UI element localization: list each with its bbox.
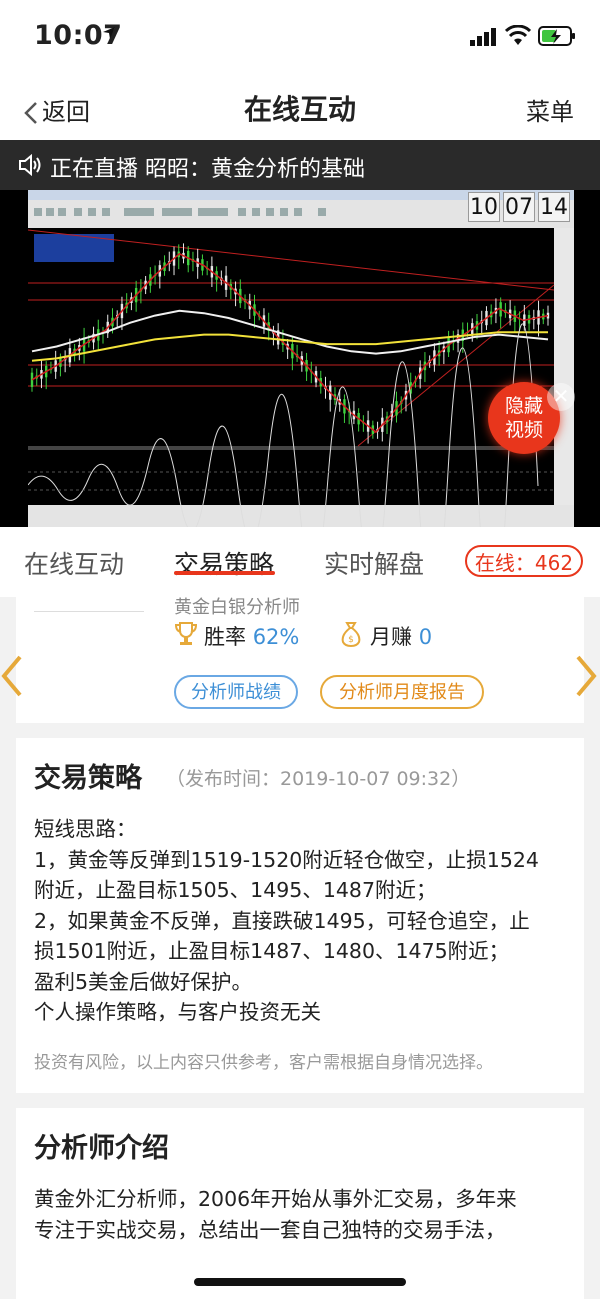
strategy-line: 个人操作策略，与客户投资无关 xyxy=(34,1000,321,1024)
menu-button[interactable]: 菜单 xyxy=(526,92,574,127)
win-rate-value: 62% xyxy=(252,625,300,649)
intro-line: 黄金外汇分析师，2006年开始从事外汇交易，多年来 xyxy=(34,1187,517,1211)
wifi-icon xyxy=(505,25,531,45)
analyst-card: 黄金白银分析师 胜率 62% $ 月赚 0 分析师战绩 分析师月度报告 xyxy=(16,597,584,723)
chevron-left-icon[interactable] xyxy=(0,654,24,698)
monthly-earnings: 月赚 0 xyxy=(370,621,432,651)
strategy-line: 2，如果黄金不反弹，直接跌破1495，可轻仓追空，止 xyxy=(34,908,530,933)
analyst-role: 黄金白银分析师 xyxy=(174,597,300,618)
location-arrow-icon xyxy=(103,27,115,39)
hide-video-label-2: 视频 xyxy=(504,419,543,441)
active-tab-indicator xyxy=(174,571,275,575)
close-icon: ✕ xyxy=(552,384,570,408)
avatar xyxy=(34,597,144,612)
risk-disclaimer: 投资有风险，以上内容只供参考，客户需根据自身情况选择。 xyxy=(34,1053,493,1073)
clock-seconds: 14 xyxy=(538,192,570,222)
video-clock: 10 07 14 xyxy=(468,192,570,222)
strategy-line: 短线思路： xyxy=(34,817,137,841)
svg-text:$: $ xyxy=(348,635,354,645)
tab-trading-strategy[interactable]: 交易策略 xyxy=(174,545,274,581)
win-rate: 胜率 62% xyxy=(204,621,299,651)
win-rate-label: 胜率 xyxy=(204,625,246,649)
monthly-label: 月赚 xyxy=(370,625,412,649)
strategy-card: 交易策略 （发布时间：2019-10-07 09:32） 短线思路： 1，黄金等… xyxy=(16,738,584,1093)
strategy-title: 交易策略 xyxy=(34,763,142,794)
analyst-record-button[interactable]: 分析师战绩 xyxy=(174,675,298,709)
publish-time: （发布时间：2019-10-07 09:32） xyxy=(166,768,471,790)
trophy-icon xyxy=(174,622,198,645)
intro-line: 专注于实战交易，总结出一套自己独特的交易手法， xyxy=(34,1218,506,1242)
analyst-intro-card: 分析师介绍 黄金外汇分析师，2006年开始从事外汇交易，多年来 专注于实战交易，… xyxy=(16,1108,584,1299)
monthly-value: 0 xyxy=(418,625,433,649)
strategy-line: 盈利5美金后做好保护。 xyxy=(34,969,253,994)
video-player[interactable]: 10 07 14 xyxy=(0,190,600,527)
page-title: 在线互动 xyxy=(243,93,356,126)
strategy-line: 1，黄金等反弹到1519-1520附近轻仓做空，止损1524 xyxy=(34,847,539,872)
home-indicator[interactable] xyxy=(194,1278,406,1286)
trading-platform-screen xyxy=(27,190,574,527)
close-video-button[interactable]: ✕ xyxy=(547,383,575,411)
chevron-right-icon[interactable] xyxy=(574,654,598,698)
tab-realtime-analysis[interactable]: 实时解盘 xyxy=(324,545,424,581)
money-bag-icon: $ xyxy=(341,622,361,647)
live-banner-text: 正在直播 昭昭：黄金分析的基础 xyxy=(50,157,365,182)
speaker-icon xyxy=(19,154,41,176)
cellular-signal-icon xyxy=(470,28,496,46)
tab-online-interaction[interactable]: 在线互动 xyxy=(24,545,124,581)
nav-bar: 返回 在线互动 菜单 xyxy=(0,72,600,140)
strategy-body: 短线思路： 1，黄金等反弹到1519-1520附近轻仓做空，止损1524 附近，… xyxy=(34,814,574,1028)
strategy-line: 损1501附近，止盈目标1487、1480、1475附近； xyxy=(34,939,510,963)
analyst-monthly-report-button[interactable]: 分析师月度报告 xyxy=(320,675,484,709)
video-frame xyxy=(27,190,574,527)
live-banner: 正在直播 昭昭：黄金分析的基础 xyxy=(0,140,600,190)
clock-minutes: 07 xyxy=(503,192,535,222)
intro-body: 黄金外汇分析师，2006年开始从事外汇交易，多年来 专注于实战交易，总结出一套自… xyxy=(34,1184,579,1246)
strategy-line: 附近，止盈目标1505、1495、1487附近； xyxy=(34,878,437,902)
online-count-badge: 在线：462 xyxy=(465,545,583,577)
battery-icon xyxy=(538,26,575,46)
intro-title: 分析师介绍 xyxy=(34,1133,169,1164)
clock-hours: 10 xyxy=(468,192,500,222)
status-bar: 10:07 xyxy=(0,0,600,72)
